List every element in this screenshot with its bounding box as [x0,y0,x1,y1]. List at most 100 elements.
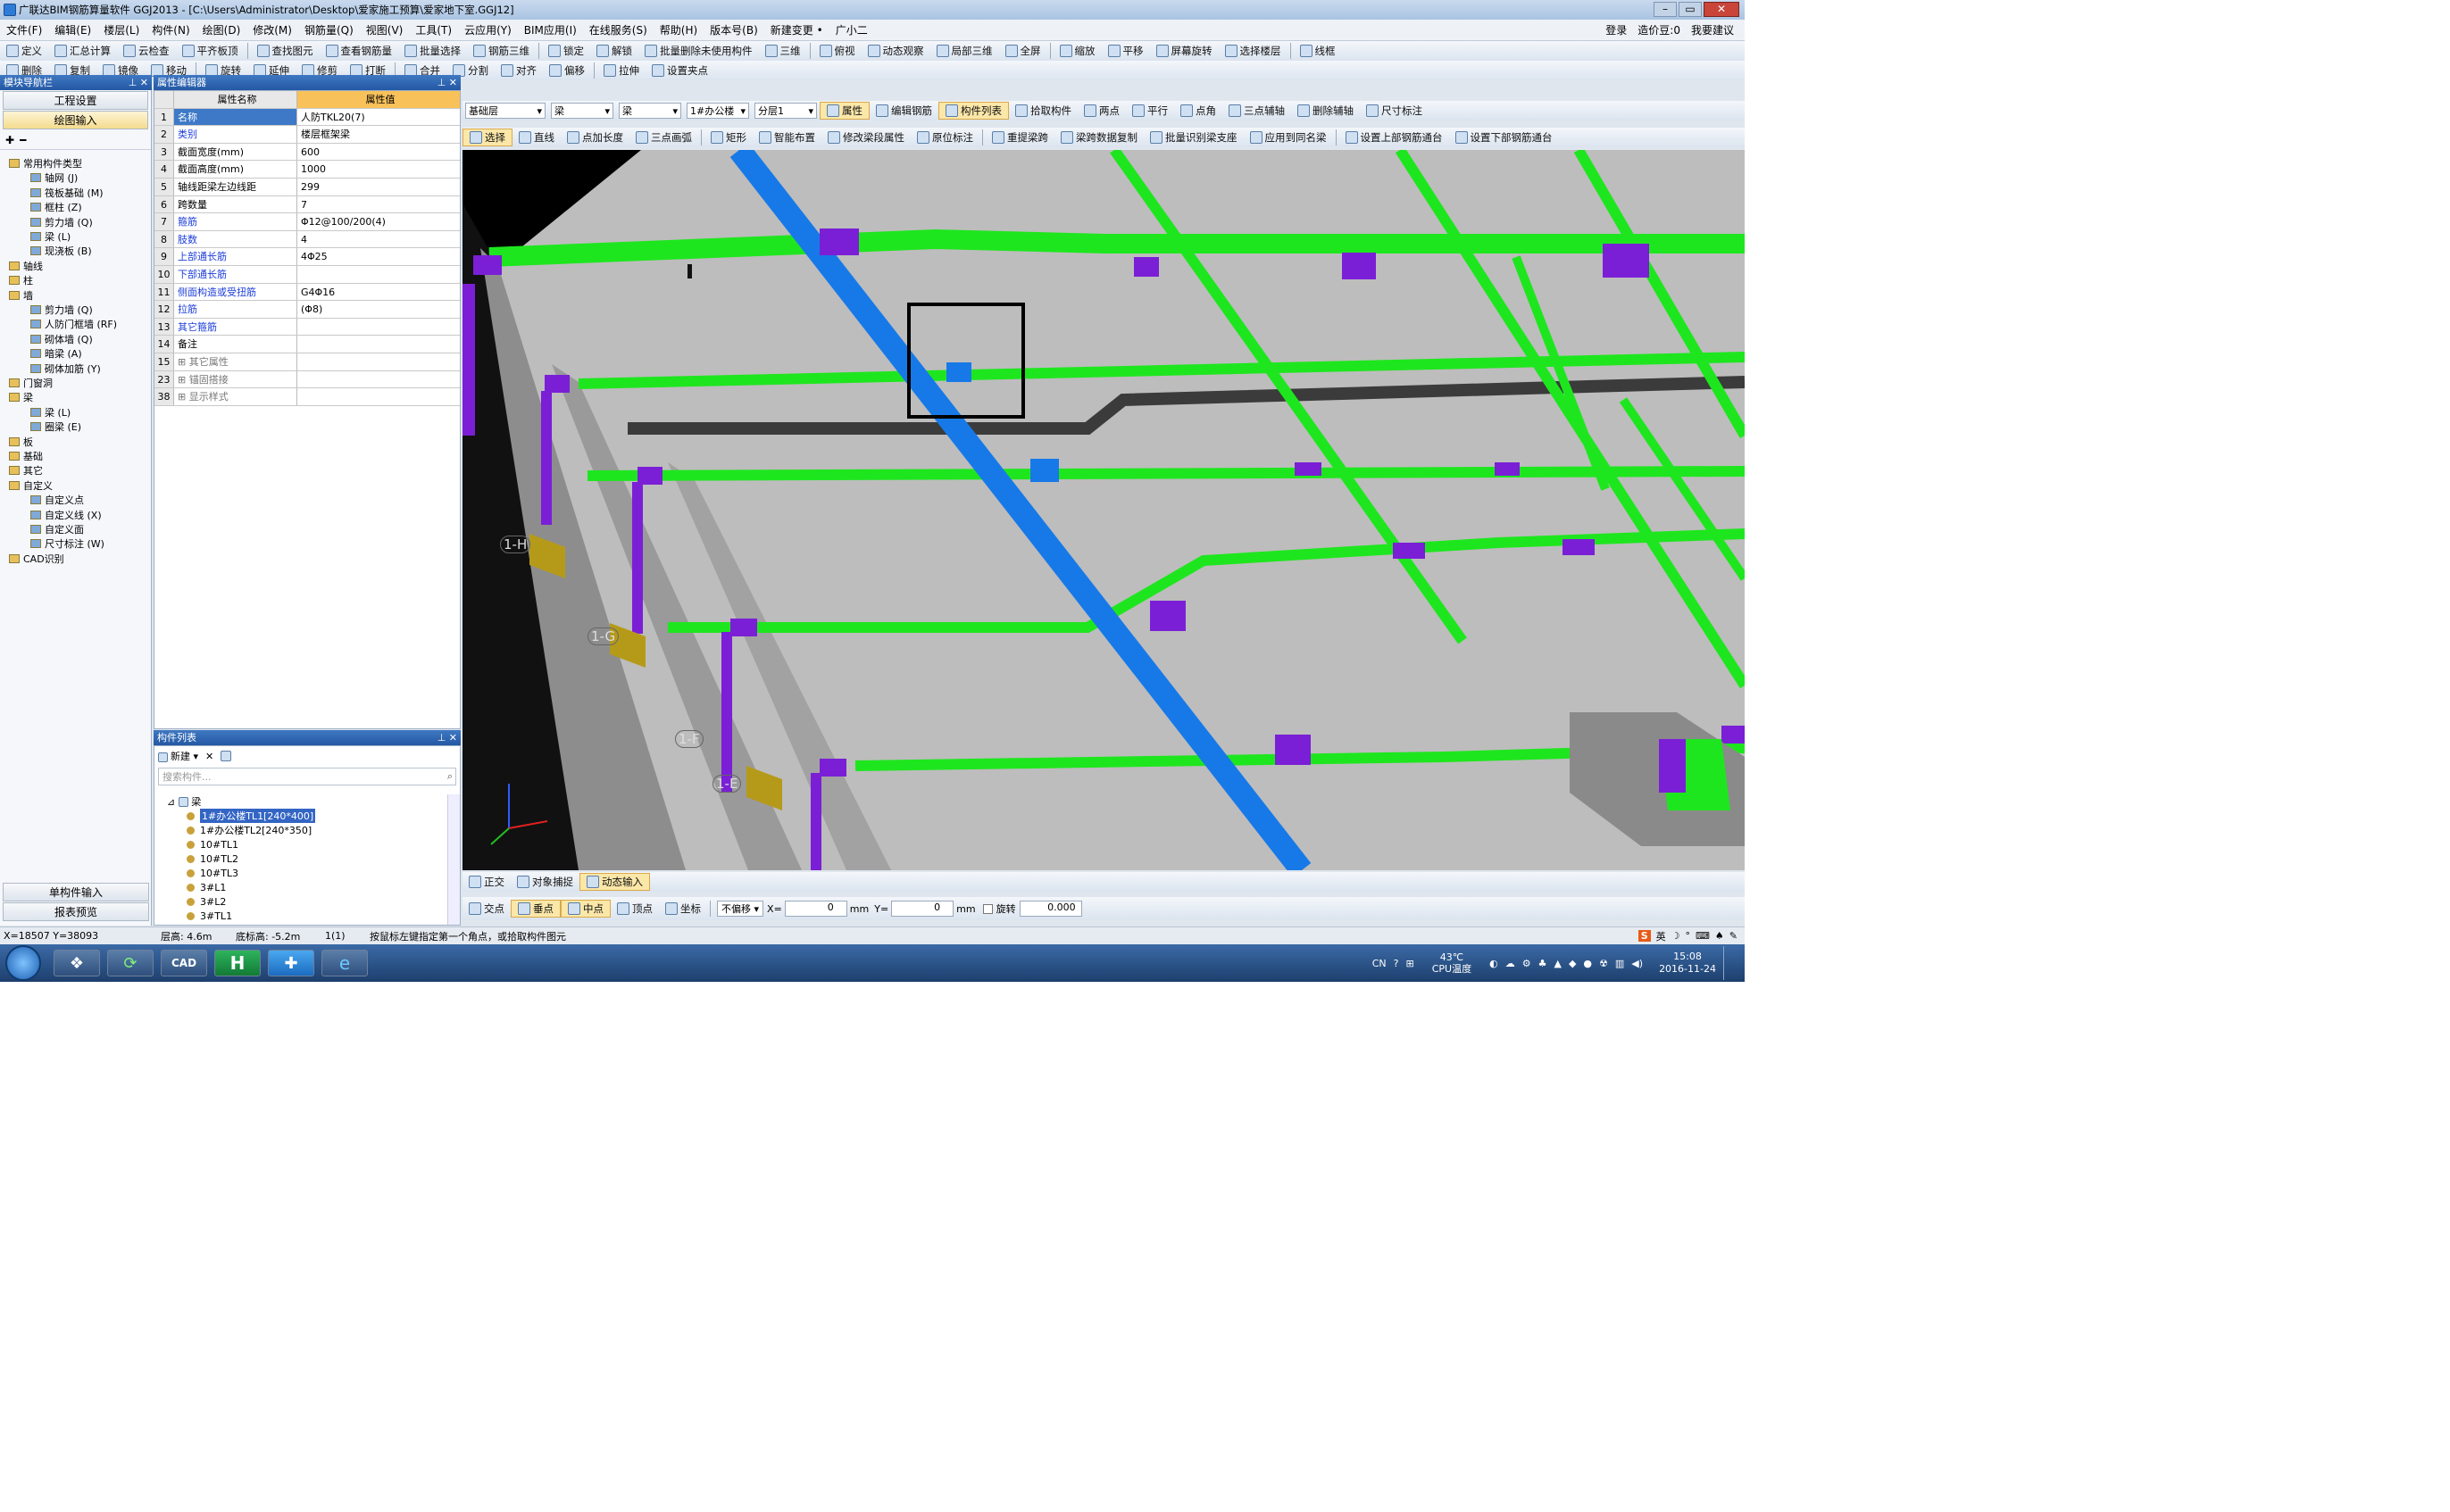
prop-value[interactable]: 4 [297,231,460,248]
tb1-button-11[interactable]: 三维 [759,42,807,60]
tb4-button-5[interactable]: 智能布置 [753,129,821,146]
tb1-button-9[interactable]: 解锁 [590,42,638,60]
tree-node[interactable]: 墙 [9,288,33,303]
prop-row[interactable]: 38 ⊞ 显示样式 [154,388,460,406]
tree-node[interactable]: 人防门框墙 (RF) [30,317,117,331]
tree-node[interactable]: 板 [9,435,33,449]
viewport-3d[interactable]: 1-H 1-G 1-F 1-E [462,150,1745,870]
taskbar-ie[interactable]: e [321,950,368,976]
tree-node[interactable]: 框柱 (Z) [30,200,82,214]
rotate-input[interactable]: 0.000 [1019,901,1082,917]
tb4-button-13[interactable]: 设置下部钢筋通台 [1449,129,1559,146]
prop-row[interactable]: 9 上部通长筋 4Φ25 [154,248,460,266]
x-input[interactable]: 0 [784,901,847,917]
menu-item-8[interactable]: 工具(T) [409,21,458,39]
keyboard-icon[interactable]: ⌨ [1696,930,1710,942]
layer-tool-9[interactable]: 尺寸标注 [1360,102,1429,120]
snap-toggle-0[interactable]: 正交 [462,873,511,891]
tb4-button-6[interactable]: 修改梁段属性 [821,129,911,146]
help-icon[interactable]: ? [1394,958,1399,969]
tb1-button-1[interactable]: 汇总计算 [48,42,117,60]
tray-icon-6[interactable]: ◆ [1569,958,1576,969]
tree-node[interactable]: 剪力墙 (Q) [30,303,93,317]
tray-icon-8[interactable]: ☢ [1599,958,1608,969]
project-settings-button[interactable]: 工程设置 [3,91,148,110]
tb1-button-14[interactable]: 局部三维 [930,42,999,60]
prop-value[interactable]: 楼层框架梁 [297,126,460,143]
prop-row[interactable]: 15 ⊞ 其它属性 [154,353,460,371]
maximize-button[interactable]: ▭ [1679,2,1702,17]
tb1-button-5[interactable]: 查看钢筋量 [320,42,399,60]
tree-node[interactable]: 轴网 (J) [30,170,78,185]
prop-value[interactable]: 1000 [297,161,460,178]
offset-select[interactable]: 不偏移 ▾ [717,901,764,917]
menu-item-4[interactable]: 绘图(D) [196,21,247,39]
tray-icon-4[interactable]: ♣ [1538,958,1547,969]
prop-row[interactable]: 4 截面高度(mm) 1000 [154,161,460,179]
prop-value[interactable] [297,336,460,353]
new-member-button[interactable]: 新建 ▾ [158,749,198,763]
prop-value[interactable] [297,319,460,336]
tb1-button-20[interactable]: 线框 [1294,42,1342,60]
tb4-button-11[interactable]: 应用到同名梁 [1244,129,1333,146]
tree-node[interactable]: 常用构件类型 [9,156,82,170]
tb1-button-19[interactable]: 选择楼层 [1219,42,1288,60]
member-scrollbar[interactable] [447,794,460,925]
tree-node[interactable]: 砌体墙 (Q) [30,332,93,346]
layer-tool-3[interactable]: 拾取构件 [1009,102,1078,120]
tb1-button-3[interactable]: 平齐板顶 [176,42,245,60]
tray-icon-2[interactable]: ☁ [1505,958,1515,969]
login-link[interactable]: 登录 [1605,22,1627,37]
snap-point-2[interactable]: 中点 [561,900,611,918]
tree-node[interactable]: 梁 (L) [30,229,71,244]
tb4-button-10[interactable]: 批量识别梁支座 [1144,129,1244,146]
tb1-button-13[interactable]: 动态观察 [862,42,930,60]
tree-node[interactable]: 自定义 [9,478,53,493]
tree-node[interactable]: 砌体加筋 (Y) [30,361,101,376]
prop-value[interactable]: 299 [297,179,460,195]
member-item[interactable]: 10#TL3 [187,866,238,880]
layer-tool-8[interactable]: 删除辅轴 [1291,102,1360,120]
menu-item-2[interactable]: 楼层(L) [97,21,146,39]
input-icon[interactable]: ⊞ [1406,958,1414,969]
delete-member-icon[interactable]: ✕ [205,751,213,762]
prop-value[interactable] [297,371,460,388]
menu-item-3[interactable]: 构件(N) [146,21,196,39]
prop-value[interactable]: 人防TKL20(7) [297,109,460,126]
prop-row[interactable]: 12 拉筋 (Φ8) [154,301,460,319]
tb1-button-12[interactable]: 俯视 [813,42,862,60]
menu-item-1[interactable]: 编辑(E) [48,21,97,39]
prop-value[interactable] [297,353,460,370]
member-item[interactable]: 10#TL2 [187,852,238,866]
copy-member-icon[interactable] [221,751,232,761]
tree-node[interactable]: 自定义点 [30,493,84,507]
ime-indicator[interactable]: CN [1372,958,1387,969]
prop-row[interactable]: 8 肢数 4 [154,230,460,249]
tray-icon-7[interactable]: ● [1583,958,1592,969]
menu-item-14[interactable]: 新建变更 • [764,21,829,39]
report-preview-button[interactable]: 报表预览 [3,902,149,921]
prop-row[interactable]: 14 备注 [154,336,460,353]
minimize-button[interactable]: – [1654,2,1677,17]
select-type2[interactable]: 梁 ▾ [619,103,681,119]
tb1-button-6[interactable]: 批量选择 [398,42,467,60]
tb4-button-2[interactable]: 点加长度 [561,129,629,146]
tb1-button-8[interactable]: 锁定 [542,42,590,60]
tb1-button-18[interactable]: 屏幕旋转 [1150,42,1219,60]
layer-tool-0[interactable]: 属性 [820,102,870,120]
tb4-button-4[interactable]: 矩形 [704,129,753,146]
y-input[interactable]: 0 [891,901,954,917]
suggest-link[interactable]: 我要建议 [1691,22,1734,37]
menu-item-6[interactable]: 钢筋量(Q) [298,21,360,39]
tray-icon-1[interactable]: ◐ [1489,958,1498,969]
member-item[interactable]: 10#TL1 [187,837,238,852]
prop-row[interactable]: 6 跨数量 7 [154,195,460,214]
menu-item-7[interactable]: 视图(V) [360,21,410,39]
taskbar-app-ggj[interactable]: ✚ [268,950,314,976]
tree-node[interactable]: 梁 [9,390,33,404]
member-item[interactable]: 1#办公楼TL2[240*350] [187,823,312,837]
snap-point-4[interactable]: 坐标 [659,900,707,918]
prop-value[interactable]: 4Φ25 [297,248,460,265]
start-button[interactable] [5,945,41,981]
prop-row[interactable]: 10 下部通长筋 [154,265,460,284]
